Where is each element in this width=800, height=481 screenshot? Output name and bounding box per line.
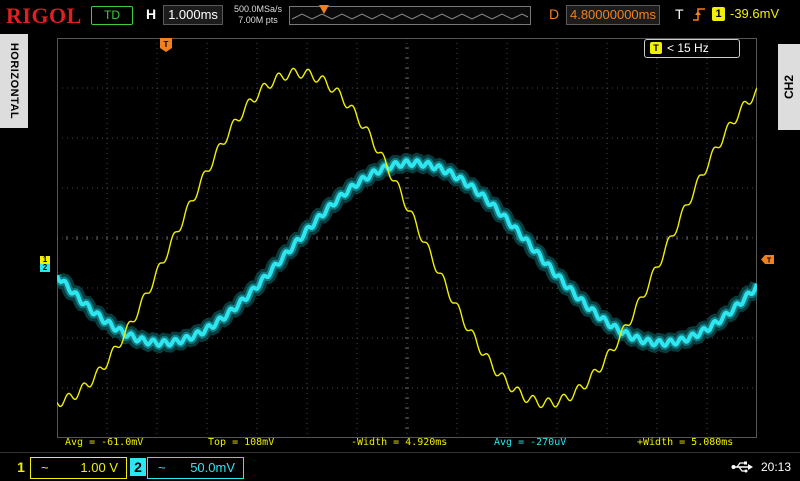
delay-label: D — [549, 6, 560, 22]
measurement-ch2-avg: Avg = -270uV — [494, 437, 567, 448]
ch1-scale: 1.00 V — [80, 460, 118, 475]
sample-rate: 500.0MSa/s — [233, 4, 283, 14]
trigger-time-marker[interactable]: T — [160, 38, 172, 52]
measurement-ch1-top: Top = 108mV — [208, 437, 275, 448]
waveform-canvas — [57, 38, 757, 438]
run-state-badge[interactable]: TD — [91, 6, 133, 25]
measurement-ch1-neg-width: -Width = 4.920ms — [351, 437, 448, 448]
svg-text:T: T — [767, 258, 772, 265]
brand-logo: RIGOL — [6, 3, 82, 28]
measurement-row: Avg = -61.0mV Top = 108mV -Width = 4.920… — [0, 437, 800, 451]
trigger-position-marker[interactable] — [319, 5, 329, 14]
delay-value[interactable]: 4.80000000ms — [566, 5, 660, 25]
waveform-display[interactable] — [57, 38, 757, 438]
svg-text:T: T — [164, 40, 169, 49]
trigger-label: T — [675, 6, 684, 22]
trigger-level-value[interactable]: -39.6mV — [730, 6, 779, 21]
ch2-scale: 50.0mV — [190, 460, 235, 475]
graticule-grid — [57, 38, 757, 438]
ch2-menu-tab[interactable]: CH2 — [778, 44, 800, 130]
usb-icon — [731, 461, 753, 473]
trigger-frequency-value: < 15 Hz — [667, 41, 709, 55]
ch1-coupling-icon: ~ — [41, 460, 49, 475]
horizontal-menu-tab[interactable]: HORIZONTAL — [0, 34, 28, 128]
trigger-source-badge[interactable]: 1 — [712, 7, 725, 21]
ch2-tab-label: CH2 — [782, 74, 796, 100]
ch2-settings[interactable]: ~ 50.0mV — [147, 457, 244, 479]
top-status-bar: RIGOL TD H 1.000ms 500.0MSa/s 7.00M pts … — [0, 0, 800, 32]
rising-edge-icon — [693, 8, 705, 21]
ch1-settings[interactable]: ~ 1.00 V — [30, 457, 127, 479]
measurement-ch1-avg: Avg = -61.0mV — [65, 437, 144, 448]
trigger-frequency-readout: T < 15 Hz — [644, 39, 740, 58]
bottom-channel-bar: 1 ~ 1.00 V 2 ~ 50.0mV 20:13 — [0, 452, 800, 481]
horizontal-tab-label: HORIZONTAL — [8, 42, 20, 120]
measurement-ch1-pos-width: +Width = 5.080ms — [637, 437, 734, 448]
horizontal-label: H — [146, 6, 157, 22]
ch2-offset-marker[interactable]: 2 — [40, 264, 50, 272]
timebase-value[interactable]: 1.000ms — [163, 5, 223, 25]
system-clock: 20:13 — [761, 460, 792, 474]
trigger-icon: T — [650, 42, 662, 54]
memory-depth: 7.00M pts — [238, 15, 278, 25]
trigger-level-marker[interactable]: T — [761, 255, 774, 264]
ch2-coupling-icon: ~ — [158, 460, 166, 475]
ch2-number[interactable]: 2 — [130, 458, 146, 476]
ch1-number[interactable]: 1 — [13, 458, 29, 476]
